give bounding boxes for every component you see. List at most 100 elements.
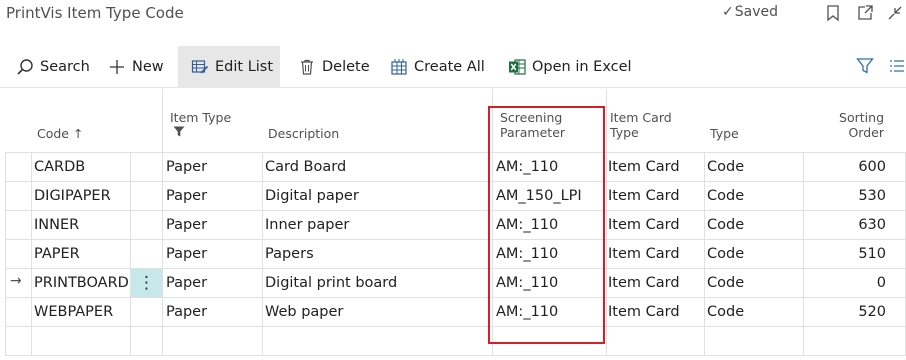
cell-item-card-type[interactable]: Item Card: [608, 240, 680, 269]
filter-icon[interactable]: [856, 57, 874, 75]
delete-label: Delete: [322, 59, 370, 75]
cell-item-card-type[interactable]: Item Card: [608, 269, 680, 298]
cell-code[interactable]: DIGIPAPER: [34, 182, 111, 211]
sort-ascending-icon: ↑: [73, 126, 84, 141]
column-header-type[interactable]: Type: [710, 126, 739, 141]
cell-screening-parameter[interactable]: AM:_110: [496, 153, 558, 182]
header-line: Item Card: [610, 110, 672, 125]
cell-description[interactable]: Digital paper: [265, 182, 359, 211]
column-header-item-type[interactable]: Item Type: [170, 110, 231, 125]
grid-column-divider: [704, 152, 705, 355]
cell-item-type[interactable]: Paper: [166, 298, 207, 327]
page-title: PrintVis Item Type Code: [6, 4, 184, 22]
cell-code[interactable]: PAPER: [34, 240, 80, 269]
cell-sorting-order[interactable]: 600: [806, 153, 886, 182]
cell-screening-parameter[interactable]: AM:_110: [496, 269, 558, 298]
cell-sorting-order[interactable]: 530: [806, 182, 886, 211]
column-header-item-type-label: Item Type: [170, 110, 232, 125]
grid-column-divider: [130, 152, 131, 355]
grid-column-divider: [606, 89, 607, 355]
new-button[interactable]: New: [108, 46, 164, 88]
collapse-icon[interactable]: [886, 4, 904, 22]
cell-type[interactable]: Code: [707, 269, 744, 298]
cell-screening-parameter[interactable]: AM:_110: [496, 298, 558, 327]
create-all-button[interactable]: Create All: [390, 46, 485, 88]
column-filter-icon: [173, 126, 185, 137]
cell-sorting-order[interactable]: 510: [806, 240, 886, 269]
cell-item-type[interactable]: Paper: [166, 153, 207, 182]
cell-item-type[interactable]: Paper: [166, 269, 207, 298]
grid-row-divider: [5, 355, 906, 356]
new-label: New: [132, 59, 164, 75]
header-line: Screening: [500, 110, 563, 125]
cell-screening-parameter[interactable]: AM_150_LPI: [496, 182, 582, 211]
column-header-code-label: Code: [37, 126, 70, 141]
cell-item-card-type[interactable]: Item Card: [608, 298, 680, 327]
saved-status: ✓Saved: [722, 4, 778, 20]
saved-label: Saved: [734, 4, 778, 20]
create-all-icon: [391, 59, 407, 75]
grid-row-divider: [5, 152, 906, 153]
action-bar: Search New Edit List Delete Create All O…: [0, 46, 906, 88]
header-line: Order: [848, 125, 884, 140]
column-header-description[interactable]: Description: [268, 126, 339, 141]
cell-type[interactable]: Code: [707, 211, 744, 240]
grid-row-divider: [5, 181, 906, 182]
cell-screening-parameter[interactable]: AM:_110: [496, 240, 558, 269]
delete-button[interactable]: Delete: [298, 46, 370, 88]
cell-item-card-type[interactable]: Item Card: [608, 182, 680, 211]
grid-row-divider: [5, 297, 906, 298]
cell-code[interactable]: PRINTBOARD: [34, 269, 129, 298]
edit-list-label: Edit List: [215, 59, 274, 75]
column-header-sorting-order[interactable]: Sorting Order: [810, 110, 884, 140]
cell-code[interactable]: WEBPAPER: [34, 298, 113, 327]
trash-icon: [301, 59, 313, 75]
cell-type[interactable]: Code: [707, 298, 744, 327]
open-in-excel-label: Open in Excel: [532, 59, 632, 75]
column-header-screening-parameter[interactable]: Screening Parameter: [500, 110, 565, 140]
cell-item-type[interactable]: Paper: [166, 182, 207, 211]
column-header-code[interactable]: Code ↑: [37, 126, 83, 141]
header-line: Sorting: [839, 110, 884, 125]
open-new-window-icon[interactable]: [856, 4, 874, 22]
cell-description[interactable]: Digital print board: [265, 269, 397, 298]
cell-code[interactable]: INNER: [34, 211, 79, 240]
grid-column-divider: [162, 89, 163, 355]
header-line: Parameter: [500, 125, 566, 140]
cell-type[interactable]: Code: [707, 153, 744, 182]
search-button[interactable]: Search: [16, 46, 90, 88]
column-header-item-card-type[interactable]: Item Card Type: [610, 110, 672, 140]
list-view-icon[interactable]: [889, 58, 905, 74]
cell-type[interactable]: Code: [707, 240, 744, 269]
bookmark-icon[interactable]: [824, 4, 842, 22]
grid-column-divider: [803, 152, 804, 355]
cell-sorting-order[interactable]: 630: [806, 211, 886, 240]
cell-description[interactable]: Web paper: [265, 298, 343, 327]
cell-screening-parameter[interactable]: AM:_110: [496, 211, 558, 240]
cell-description[interactable]: Card Board: [265, 153, 346, 182]
cell-code[interactable]: CARDB: [34, 153, 85, 182]
cell-description[interactable]: Papers: [265, 240, 314, 269]
cell-item-type[interactable]: Paper: [166, 240, 207, 269]
cell-sorting-order[interactable]: 0: [806, 269, 886, 298]
edit-list-icon: [191, 60, 209, 74]
cell-item-card-type[interactable]: Item Card: [608, 153, 680, 182]
grid-row-divider: [5, 326, 906, 327]
open-in-excel-button[interactable]: Open in Excel: [508, 46, 632, 88]
grid-row-divider: [5, 239, 906, 240]
grid-column-divider: [5, 152, 6, 355]
cell-item-type[interactable]: Paper: [166, 211, 207, 240]
grid-row-divider: [5, 210, 906, 211]
cell-type[interactable]: Code: [707, 182, 744, 211]
search-icon: [17, 59, 33, 75]
cell-item-card-type[interactable]: Item Card: [608, 211, 680, 240]
plus-icon: [110, 60, 124, 74]
title-bar: PrintVis Item Type Code ✓Saved: [0, 0, 906, 34]
edit-list-button[interactable]: Edit List: [178, 46, 280, 88]
check-icon: ✓: [722, 4, 734, 20]
cell-sorting-order[interactable]: 520: [806, 298, 886, 327]
row-actions-menu-icon[interactable]: ⋮: [131, 269, 162, 297]
header-line: Type: [610, 125, 639, 140]
selected-row-arrow-icon: →: [10, 273, 22, 289]
cell-description[interactable]: Inner paper: [265, 211, 349, 240]
